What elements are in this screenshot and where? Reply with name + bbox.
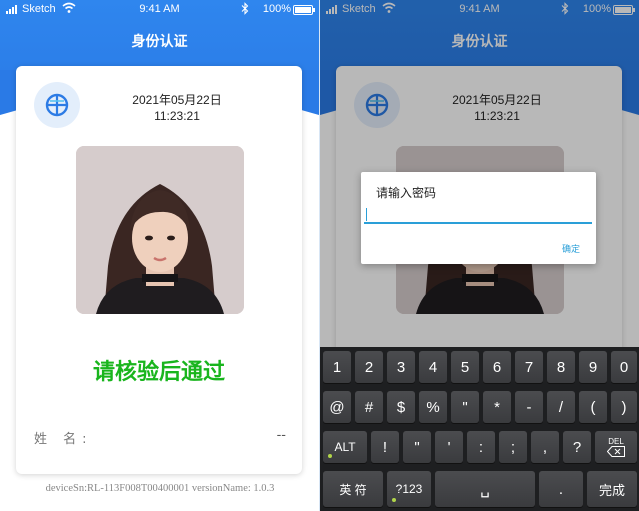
id-logo-icon bbox=[34, 82, 80, 128]
key-5[interactable]: 5 bbox=[451, 351, 479, 383]
bluetooth-icon bbox=[241, 2, 249, 15]
battery-icon bbox=[293, 5, 315, 15]
password-dialog: 请输入密码 确定 bbox=[361, 172, 596, 264]
face-photo bbox=[76, 146, 244, 314]
key-dquote[interactable]: " bbox=[403, 431, 431, 463]
date-text: 2021年05月22日 bbox=[132, 93, 222, 107]
key-rparen[interactable]: ) bbox=[611, 391, 637, 423]
status-bar: Sketch 9:41 AM 100% bbox=[0, 0, 319, 20]
soft-keyboard: 1 2 3 4 5 6 7 8 9 0 @ # $ % " * - / ( ) … bbox=[320, 347, 639, 511]
dialog-title: 请输入密码 bbox=[376, 186, 437, 200]
confirm-button[interactable]: 确定 bbox=[562, 242, 580, 255]
language-switch-key[interactable]: 英 符 bbox=[323, 471, 383, 507]
key-exclaim[interactable]: ! bbox=[371, 431, 399, 463]
key-question[interactable]: ? bbox=[563, 431, 591, 463]
key-1[interactable]: 1 bbox=[323, 351, 351, 383]
key-lparen[interactable]: ( bbox=[579, 391, 607, 423]
space-key[interactable]: ␣ bbox=[435, 471, 535, 507]
space-icon: ␣ bbox=[480, 481, 490, 498]
key-3[interactable]: 3 bbox=[387, 351, 415, 383]
page-title: 身份认证 bbox=[131, 34, 188, 50]
key-6[interactable]: 6 bbox=[483, 351, 511, 383]
key-slash[interactable]: / bbox=[547, 391, 575, 423]
period-key[interactable]: . bbox=[539, 471, 583, 507]
key-semicolon[interactable]: ; bbox=[499, 431, 527, 463]
device-info-footer: deviceSn:RL-113F008T00400001 versionName… bbox=[45, 483, 275, 494]
key-percent[interactable]: % bbox=[419, 391, 447, 423]
done-key[interactable]: 完成 bbox=[587, 471, 637, 507]
key-7[interactable]: 7 bbox=[515, 351, 543, 383]
key-4[interactable]: 4 bbox=[419, 351, 447, 383]
password-screen: Sketch 9:41 AM 100% 身份认证 2021年05月22日 11:… bbox=[320, 0, 639, 511]
key-8[interactable]: 8 bbox=[547, 351, 575, 383]
datetime: 2021年05月22日 11:23:21 bbox=[102, 92, 252, 124]
key-minus[interactable]: - bbox=[515, 391, 543, 423]
time-text: 11:23:21 bbox=[154, 109, 200, 123]
name-value: -- bbox=[276, 428, 286, 443]
text-caret bbox=[366, 208, 367, 221]
key-comma[interactable]: , bbox=[531, 431, 559, 463]
key-0[interactable]: 0 bbox=[611, 351, 637, 383]
verify-status-text: 请核验后通过 bbox=[92, 360, 225, 385]
key-at[interactable]: @ bbox=[323, 391, 351, 423]
password-input[interactable] bbox=[364, 208, 592, 224]
id-card: 2021年05月22日 11:23:21 请核验后通过 姓 名: -- bbox=[16, 66, 302, 474]
key-colon[interactable]: : bbox=[467, 431, 495, 463]
key-dollar[interactable]: $ bbox=[387, 391, 415, 423]
key-hash[interactable]: # bbox=[355, 391, 383, 423]
delete-label: DEL bbox=[608, 437, 624, 446]
key-2[interactable]: 2 bbox=[355, 351, 383, 383]
key-apostrophe[interactable]: ' bbox=[435, 431, 463, 463]
delete-key[interactable]: DEL bbox=[595, 431, 637, 463]
name-label: 姓 名: bbox=[34, 432, 93, 447]
delete-icon bbox=[607, 446, 625, 457]
main-screen: Sketch 9:41 AM 100% 身份认证 2021年05月22日 11:… bbox=[0, 0, 320, 511]
symbols-key[interactable]: ?123 bbox=[387, 471, 431, 507]
key-alt[interactable]: ALT bbox=[323, 431, 367, 463]
key-9[interactable]: 9 bbox=[579, 351, 607, 383]
battery-percent: 100% bbox=[262, 3, 291, 15]
key-quote[interactable]: " bbox=[451, 391, 479, 423]
key-asterisk[interactable]: * bbox=[483, 391, 511, 423]
